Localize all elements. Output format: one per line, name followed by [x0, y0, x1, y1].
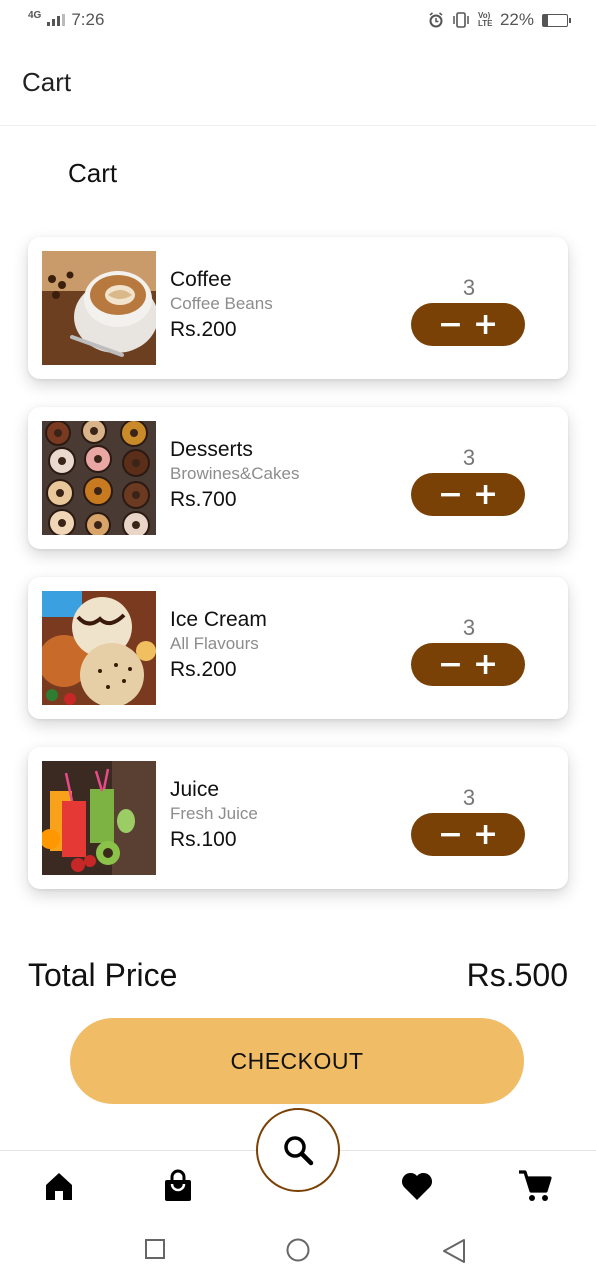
ice-cream-image [42, 591, 156, 705]
item-info: Desserts Browines&Cakes Rs.700 [170, 437, 299, 515]
total-label: Total Price [28, 957, 178, 993]
status-bar: 4G 7:26 Vo) LTE 22% [0, 0, 596, 40]
status-time: 7:26 [71, 10, 105, 29]
cart-list: Coffee Coffee Beans Rs.200 3 − + Dessert… [28, 237, 568, 917]
battery-fill [543, 14, 549, 26]
system-nav-bar [0, 1222, 596, 1280]
home-icon[interactable] [42, 1169, 76, 1203]
network-type: 4G [28, 10, 42, 21]
coffee-image [42, 251, 156, 365]
signal-icon [47, 14, 66, 26]
item-info: Coffee Coffee Beans Rs.200 [170, 267, 273, 345]
decrement-button[interactable]: − [438, 649, 463, 680]
item-quantity: 3 [462, 445, 476, 470]
item-name: Ice Cream [170, 608, 267, 631]
juice-image [42, 761, 156, 875]
item-subtitle: Browines&Cakes [170, 464, 300, 483]
increment-button[interactable]: + [473, 649, 498, 680]
item-name: Desserts [170, 438, 253, 461]
recent-apps-icon[interactable] [144, 1238, 166, 1260]
item-price: Rs.100 [170, 828, 237, 851]
item-info: Juice Fresh Juice Rs.100 [170, 777, 258, 855]
battery-percent: 22% [499, 10, 534, 29]
quantity-stepper: − + [411, 473, 525, 516]
item-quantity: 3 [462, 785, 476, 810]
item-name: Juice [170, 778, 220, 801]
item-quantity: 3 [462, 275, 476, 300]
decrement-button[interactable]: − [438, 479, 463, 510]
app-bar-title: Cart [22, 67, 72, 97]
battery-icon [542, 13, 571, 27]
cart-item-juice[interactable]: Juice Fresh Juice Rs.100 3 − + [28, 747, 568, 889]
item-price: Rs.200 [170, 318, 237, 341]
quantity-stepper: − + [411, 643, 525, 686]
item-quantity: 3 [462, 615, 476, 640]
home-system-icon[interactable] [286, 1238, 310, 1262]
quantity-stepper: − + [411, 303, 525, 346]
total-value: Rs.500 [466, 957, 568, 993]
item-subtitle: Fresh Juice [170, 804, 258, 823]
increment-button[interactable]: + [473, 479, 498, 510]
volte-indicator: Vo) LTE [477, 11, 493, 28]
item-subtitle: All Flavours [170, 634, 259, 653]
decrement-button[interactable]: − [438, 309, 463, 340]
back-icon[interactable] [442, 1238, 466, 1264]
app-bar: Cart [0, 40, 596, 126]
search-button[interactable] [256, 1108, 340, 1192]
status-left: 4G 7:26 [28, 10, 104, 30]
cart-item-coffee[interactable]: Coffee Coffee Beans Rs.200 3 − + [28, 237, 568, 379]
search-icon [284, 1136, 314, 1166]
heart-icon[interactable] [400, 1169, 434, 1203]
desserts-image [42, 421, 156, 535]
item-price: Rs.200 [170, 658, 237, 681]
cart-item-ice-cream[interactable]: Ice Cream All Flavours Rs.200 3 − + [28, 577, 568, 719]
item-price: Rs.700 [170, 488, 237, 511]
item-info: Ice Cream All Flavours Rs.200 [170, 607, 267, 685]
cart-item-desserts[interactable]: Desserts Browines&Cakes Rs.700 3 − + [28, 407, 568, 549]
quantity-stepper: − + [411, 813, 525, 856]
shopping-bag-icon[interactable] [161, 1169, 195, 1203]
checkout-button[interactable]: CHECKOUT [70, 1018, 524, 1104]
item-name: Coffee [170, 268, 232, 291]
status-right: Vo) LTE 22% [428, 10, 571, 30]
cart-icon[interactable] [518, 1169, 552, 1203]
page-title: Cart [68, 158, 118, 188]
vibrate-icon [453, 12, 469, 28]
decrement-button[interactable]: − [438, 819, 463, 850]
alarm-icon [429, 12, 443, 28]
item-subtitle: Coffee Beans [170, 294, 273, 313]
increment-button[interactable]: + [473, 819, 498, 850]
total-row: Total Price Rs.500 [28, 957, 568, 994]
increment-button[interactable]: + [473, 309, 498, 340]
